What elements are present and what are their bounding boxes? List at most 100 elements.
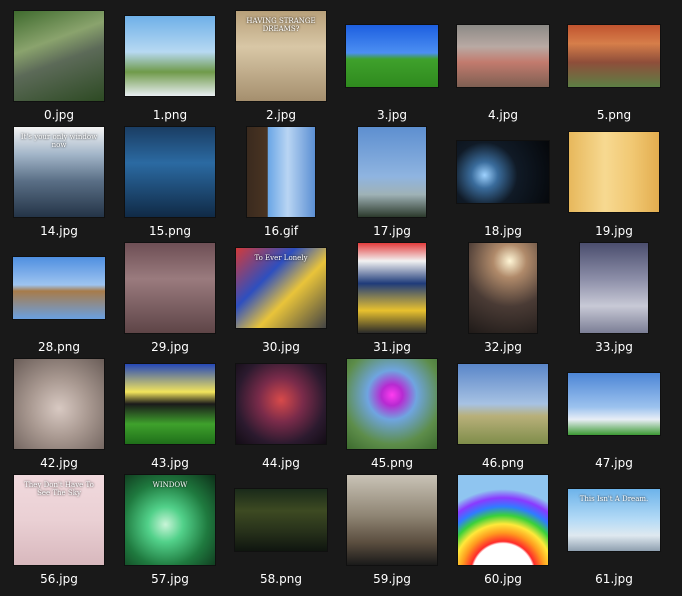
file-item[interactable]: 45.png: [337, 356, 447, 470]
file-item[interactable]: 3.jpg: [337, 8, 447, 122]
thumbnail-image[interactable]: [13, 257, 105, 319]
thumbnail-frame: [115, 240, 225, 336]
thumbnail-image[interactable]: [346, 25, 438, 87]
file-item[interactable]: 18.jpg: [448, 124, 558, 238]
file-item[interactable]: 1.png: [115, 8, 225, 122]
thumbnail-image[interactable]: [458, 364, 548, 444]
file-name-label[interactable]: 44.jpg: [226, 456, 336, 470]
file-item[interactable]: 44.jpg: [226, 356, 336, 470]
file-name-label[interactable]: 61.jpg: [559, 572, 669, 586]
file-item[interactable]: 42.jpg: [4, 356, 114, 470]
thumbnail-image[interactable]: This Isn't A Dream.: [568, 489, 660, 551]
thumbnail-image[interactable]: To Ever Lonely: [236, 248, 326, 328]
thumbnail-image[interactable]: HAVING STRANGE DREAMS?: [236, 11, 326, 101]
thumbnail-image[interactable]: [247, 127, 315, 217]
thumbnail-image[interactable]: [580, 243, 648, 333]
thumbnail-image[interactable]: [457, 25, 549, 87]
thumbnail-image[interactable]: They Don't Have To See The Sky: [14, 475, 104, 565]
file-name-label[interactable]: 47.jpg: [559, 456, 669, 470]
file-item[interactable]: 28.png: [4, 240, 114, 354]
thumbnail-image[interactable]: It's your only window now: [14, 127, 104, 217]
thumbnail-caption: It's your only window now: [20, 133, 98, 149]
file-name-label[interactable]: 0.jpg: [4, 108, 114, 122]
file-item[interactable]: 4.jpg: [448, 8, 558, 122]
file-name-label[interactable]: 58.png: [226, 572, 336, 586]
file-name-label[interactable]: 33.jpg: [559, 340, 669, 354]
file-name-label[interactable]: 29.jpg: [115, 340, 225, 354]
thumbnail-image[interactable]: [457, 141, 549, 203]
thumbnail-image[interactable]: [125, 364, 215, 444]
file-name-label[interactable]: 56.jpg: [4, 572, 114, 586]
file-item[interactable]: 59.jpg: [337, 472, 447, 586]
file-item[interactable]: It's your only window now 14.jpg: [4, 124, 114, 238]
file-name-label[interactable]: 5.png: [559, 108, 669, 122]
file-name-label[interactable]: 30.jpg: [226, 340, 336, 354]
file-item[interactable]: 0.jpg: [4, 8, 114, 122]
file-item[interactable]: HAVING STRANGE DREAMS? 2.jpg: [226, 8, 336, 122]
thumbnail-frame: [226, 356, 336, 452]
file-name-label[interactable]: 16.gif: [226, 224, 336, 238]
thumbnail-image[interactable]: [469, 243, 537, 333]
file-item[interactable]: 15.png: [115, 124, 225, 238]
file-item[interactable]: 32.jpg: [448, 240, 558, 354]
file-item[interactable]: This Isn't A Dream. 61.jpg: [559, 472, 669, 586]
thumbnail-image[interactable]: [236, 364, 326, 444]
thumbnail-frame: [448, 472, 558, 568]
file-name-label[interactable]: 4.jpg: [448, 108, 558, 122]
file-item[interactable]: 58.png: [226, 472, 336, 586]
thumbnail-image[interactable]: [358, 243, 426, 333]
file-name-label[interactable]: 28.png: [4, 340, 114, 354]
file-item[interactable]: WINDOW 57.jpg: [115, 472, 225, 586]
thumbnail-image[interactable]: [125, 127, 215, 217]
thumbnail-image[interactable]: WINDOW: [125, 475, 215, 565]
thumbnail-image[interactable]: [347, 359, 437, 449]
thumbnail-frame: [4, 356, 114, 452]
file-name-label[interactable]: 59.jpg: [337, 572, 447, 586]
file-name-label[interactable]: 32.jpg: [448, 340, 558, 354]
thumbnail-caption: HAVING STRANGE DREAMS?: [246, 17, 316, 33]
file-name-label[interactable]: 43.jpg: [115, 456, 225, 470]
thumbnail-image[interactable]: [458, 475, 548, 565]
thumbnail-image[interactable]: [347, 475, 437, 565]
file-name-label[interactable]: 17.jpg: [337, 224, 447, 238]
thumbnail-frame: To Ever Lonely: [226, 240, 336, 336]
thumbnail-image[interactable]: [568, 373, 660, 435]
thumbnail-image[interactable]: [14, 11, 104, 101]
file-name-label[interactable]: 19.jpg: [559, 224, 669, 238]
file-item[interactable]: They Don't Have To See The Sky 56.jpg: [4, 472, 114, 586]
file-name-label[interactable]: 18.jpg: [448, 224, 558, 238]
file-name-label[interactable]: 57.jpg: [115, 572, 225, 586]
thumbnail-image[interactable]: [358, 127, 426, 217]
file-name-label[interactable]: 42.jpg: [4, 456, 114, 470]
thumbnail-image[interactable]: [14, 359, 104, 449]
thumbnail-image[interactable]: [125, 16, 215, 96]
file-item[interactable]: 17.jpg: [337, 124, 447, 238]
file-name-label[interactable]: 15.png: [115, 224, 225, 238]
thumbnail-image[interactable]: [125, 243, 215, 333]
thumbnail-image[interactable]: [569, 132, 659, 212]
file-item[interactable]: 33.jpg: [559, 240, 669, 354]
file-item[interactable]: 31.jpg: [337, 240, 447, 354]
file-item[interactable]: To Ever Lonely 30.jpg: [226, 240, 336, 354]
thumbnail-frame: [559, 124, 669, 220]
file-item[interactable]: 19.jpg: [559, 124, 669, 238]
thumbnail-frame: [559, 356, 669, 452]
file-name-label[interactable]: 3.jpg: [337, 108, 447, 122]
file-item[interactable]: 29.jpg: [115, 240, 225, 354]
file-item[interactable]: 43.jpg: [115, 356, 225, 470]
file-name-label[interactable]: 45.png: [337, 456, 447, 470]
file-name-label[interactable]: 60.jpg: [448, 572, 558, 586]
thumbnail-frame: This Isn't A Dream.: [559, 472, 669, 568]
thumbnail-image[interactable]: [235, 489, 327, 551]
file-name-label[interactable]: 46.png: [448, 456, 558, 470]
file-name-label[interactable]: 1.png: [115, 108, 225, 122]
file-item[interactable]: 60.jpg: [448, 472, 558, 586]
file-item[interactable]: 5.png: [559, 8, 669, 122]
thumbnail-image[interactable]: [568, 25, 660, 87]
file-item[interactable]: 16.gif: [226, 124, 336, 238]
file-name-label[interactable]: 31.jpg: [337, 340, 447, 354]
file-item[interactable]: 47.jpg: [559, 356, 669, 470]
file-name-label[interactable]: 2.jpg: [226, 108, 336, 122]
file-name-label[interactable]: 14.jpg: [4, 224, 114, 238]
file-item[interactable]: 46.png: [448, 356, 558, 470]
